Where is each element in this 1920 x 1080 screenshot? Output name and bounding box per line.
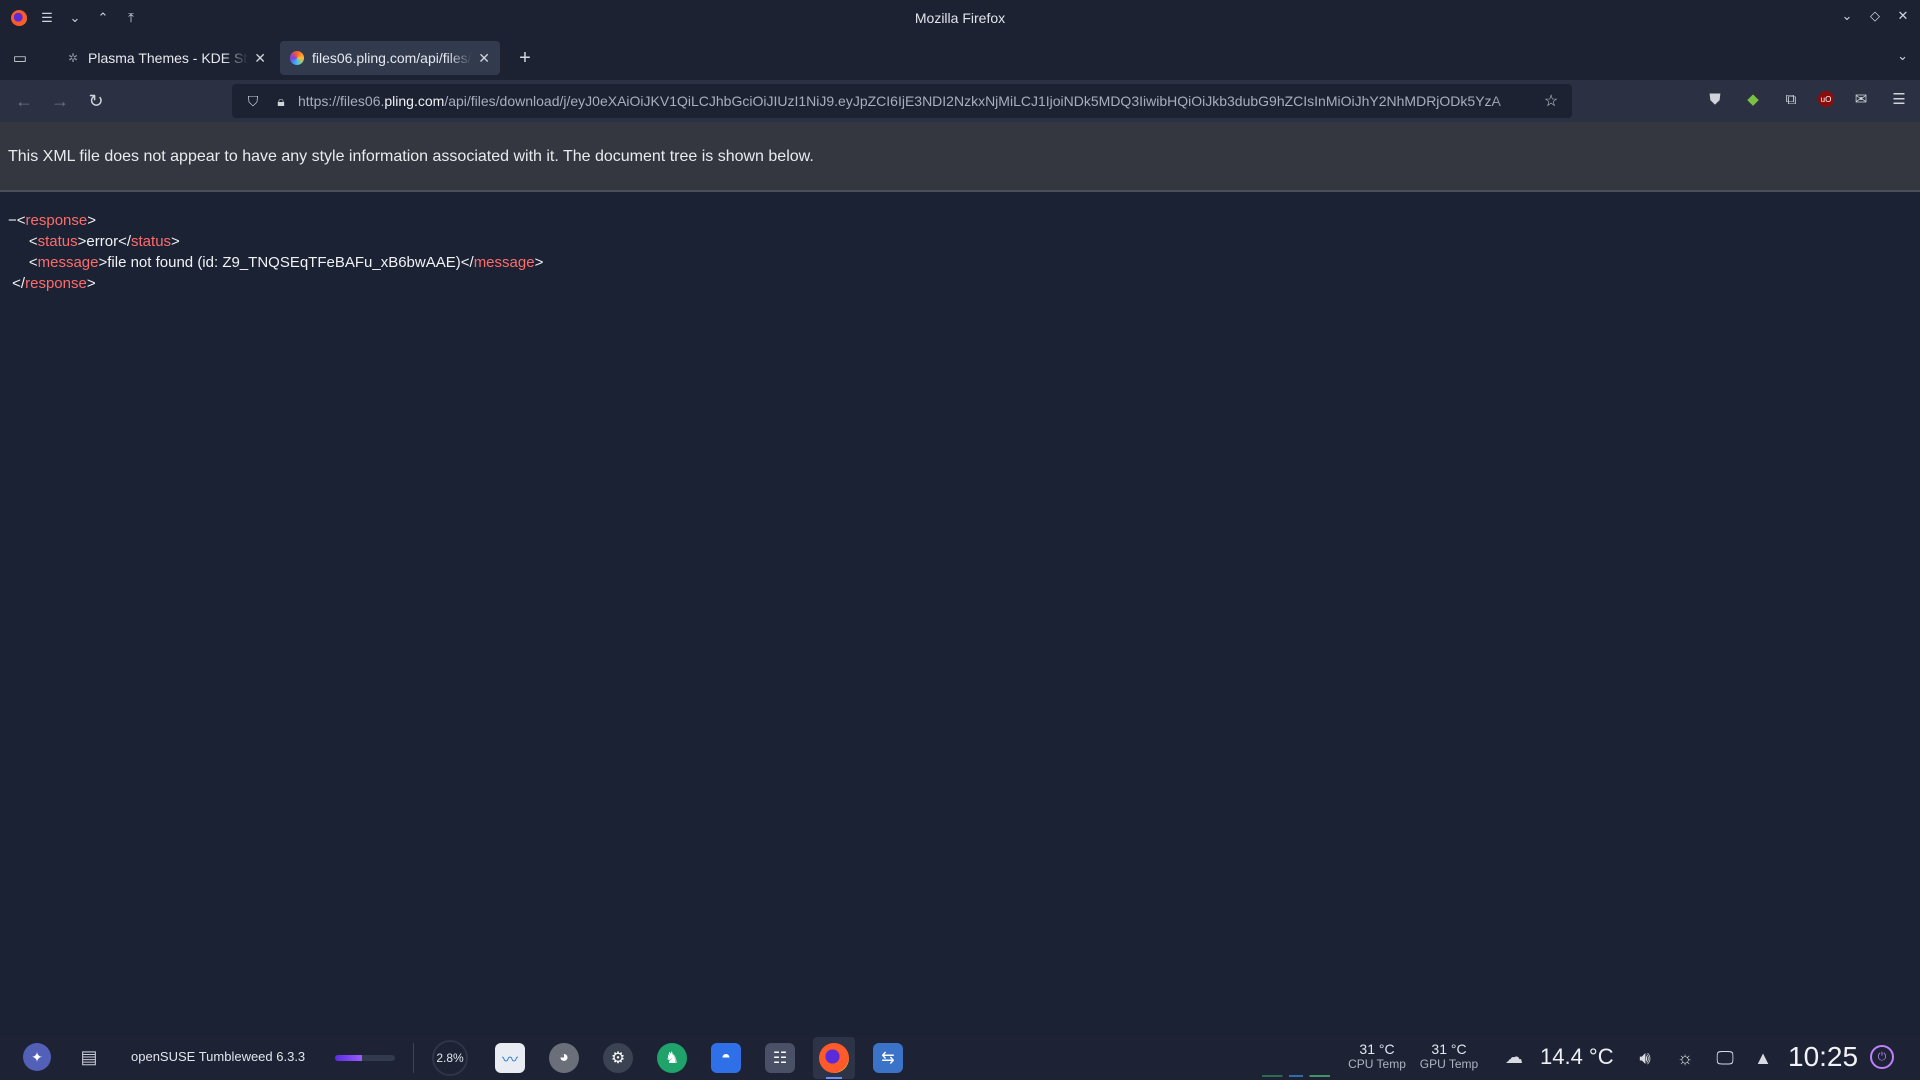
tab-label: Plasma Themes - KDE Store — [88, 50, 248, 66]
plasma-panel: ✦ ▤ openSUSE Tumbleweed 6.3.3 2.8% 〰 ◕ ⚙… — [0, 1035, 1920, 1080]
volume-icon[interactable]: 🔊︎ — [1632, 1045, 1658, 1071]
xml-style-notice: This XML file does not appear to have an… — [0, 122, 1920, 192]
bookmark-star-icon[interactable]: ☆ — [1540, 91, 1562, 111]
cpu-temp-label: CPU Temp — [1348, 1057, 1406, 1071]
xml-status-line: <status>error</status> — [8, 233, 180, 250]
tab-pling-files[interactable]: files06.pling.com/api/files/download ✕ — [280, 41, 500, 75]
kde-gear-icon: ✲ — [67, 51, 79, 65]
collapse-toggle[interactable]: − — [8, 212, 17, 229]
overview-icon[interactable]: ▤ — [76, 1045, 102, 1069]
tracking-protection-shield-icon[interactable]: ⛉ — [242, 93, 264, 110]
url-bar[interactable]: ⛉ 🔒︎ https://files06.pling.com/api/files… — [232, 84, 1572, 118]
xml-message-line: <message>file not found (id: Z9_TNQSEqTF… — [8, 254, 544, 271]
lock-icon[interactable]: 🔒︎ — [270, 93, 292, 110]
settings-sliders-icon[interactable]: ☷ — [765, 1043, 795, 1073]
application-launcher-icon[interactable]: ✦ — [23, 1043, 51, 1071]
pocket-icon[interactable]: ⛊ — [1704, 88, 1726, 110]
close-window-button[interactable]: ✕ — [1896, 8, 1910, 24]
extensions-puzzle-icon[interactable]: ⧉ — [1780, 88, 1802, 110]
tray-expand-arrow-icon[interactable]: ▲ — [1750, 1045, 1776, 1071]
minimize-button[interactable]: ⌄ — [1840, 8, 1854, 24]
xml-response-open[interactable]: −<response> — [8, 210, 543, 231]
gpu-temp-widget[interactable]: 31 °C GPU Temp — [1412, 1041, 1486, 1071]
new-tab-button[interactable]: + — [510, 47, 540, 70]
network-mini-graph — [1262, 1075, 1330, 1077]
weather-temperature[interactable]: 14.4 °C — [1540, 1044, 1614, 1070]
system-monitor-icon[interactable]: 〰 — [495, 1043, 525, 1073]
brightness-icon[interactable]: ☼ — [1672, 1045, 1698, 1071]
distro-label: openSUSE Tumbleweed 6.3.3 — [131, 1049, 306, 1064]
cpu-temp-widget[interactable]: 31 °C CPU Temp — [1340, 1041, 1414, 1071]
file-transfer-icon[interactable]: ⇆ — [873, 1043, 903, 1073]
cpu-usage-gauge[interactable]: 2.8% — [432, 1040, 468, 1076]
tab-bar: ▭ ✲ Plasma Themes - KDE Store ✕ files06.… — [0, 36, 1920, 80]
active-app-indicator — [826, 1077, 842, 1079]
window-title: Mozilla Firefox — [914, 10, 1006, 26]
tab-plasma-themes[interactable]: ✲ Plasma Themes - KDE Store ✕ — [56, 41, 276, 75]
maximize-button[interactable]: ◇ — [1868, 8, 1882, 24]
firefox-view-button[interactable]: ▭ — [0, 36, 40, 80]
steam-icon[interactable]: ⚙ — [603, 1043, 633, 1073]
window-titlebar: ☰ ⌄ ⌃ ⤒ Mozilla Firefox ⌄ ◇ ✕ — [0, 0, 1920, 36]
network-display-icon[interactable]: 🖵︎ — [1712, 1045, 1738, 1071]
back-button[interactable]: ← — [6, 91, 42, 112]
mail-icon[interactable]: ✉ — [1850, 88, 1872, 110]
close-tab-icon[interactable]: ✕ — [478, 50, 490, 67]
close-tab-icon[interactable]: ✕ — [254, 50, 266, 67]
tab-label: files06.pling.com/api/files/download — [312, 50, 472, 66]
forward-button[interactable]: → — [42, 91, 78, 112]
clock[interactable]: 10:25 — [1788, 1041, 1858, 1073]
gpu-temp-value: 31 °C — [1431, 1041, 1467, 1057]
firefox-icon[interactable] — [819, 1043, 849, 1073]
xml-document-tree: −<response> <status>error</status> <mess… — [8, 210, 543, 294]
navigation-toolbar: ← → ↻ ⛉ 🔒︎ https://files06.pling.com/api… — [0, 80, 1920, 122]
firefox-loading-icon — [290, 51, 304, 65]
gpu-temp-label: GPU Temp — [1419, 1057, 1479, 1071]
list-all-tabs-icon[interactable]: ⌄ — [1897, 48, 1908, 64]
power-session-icon[interactable]: ⏻ — [1870, 1045, 1894, 1069]
gimp-icon[interactable]: ◕ — [549, 1043, 579, 1073]
ublock-origin-icon[interactable]: uO — [1818, 91, 1834, 107]
extension-green-icon[interactable]: ◆ — [1742, 88, 1764, 110]
cpu-usage-value: 2.8% — [436, 1051, 464, 1065]
store-bag-icon[interactable]: ◓ — [711, 1043, 741, 1073]
mastodon-icon[interactable]: ♞ — [657, 1043, 687, 1073]
url-text[interactable]: https://files06.pling.com/api/files/down… — [298, 93, 1540, 109]
ram-usage-bar — [335, 1055, 395, 1061]
cpu-temp-value: 31 °C — [1359, 1041, 1395, 1057]
ram-usage-fill — [335, 1055, 362, 1061]
app-menu-icon[interactable]: ☰ — [1888, 88, 1910, 110]
cloud-weather-icon[interactable]: ☁ — [1505, 1047, 1523, 1068]
xml-response-close: </response> — [8, 275, 96, 292]
reload-button[interactable]: ↻ — [78, 91, 114, 112]
panel-separator — [413, 1043, 414, 1073]
